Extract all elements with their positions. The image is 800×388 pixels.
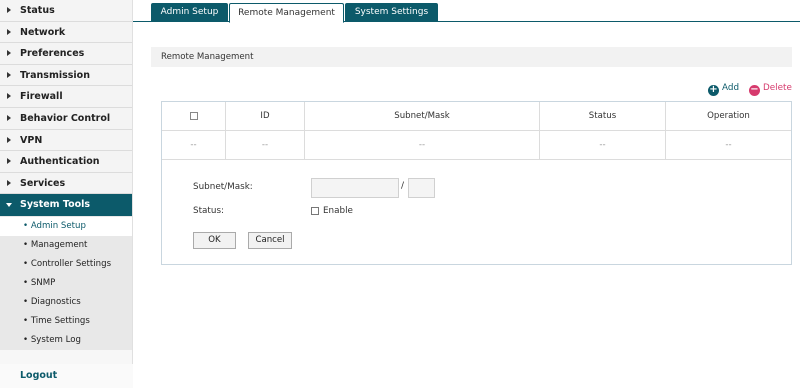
nav-vpn[interactable]: VPN — [0, 129, 132, 152]
nav-label: Status — [20, 5, 55, 16]
nav-label: VPN — [20, 134, 43, 146]
subnav-label: Diagnostics — [30, 296, 81, 307]
subnav-admin-setup[interactable]: • Admin Setup — [0, 216, 132, 236]
slash-separator: / — [401, 181, 405, 191]
chevron-right-icon — [7, 7, 11, 13]
subnav-controller-settings[interactable]: • Controller Settings — [0, 255, 132, 274]
header-operation: Operation — [707, 111, 750, 121]
subnet-input[interactable] — [311, 178, 399, 198]
table-row: -- -- -- -- -- — [162, 131, 791, 160]
sidebar: Status Network Preferences Transmission … — [0, 0, 133, 388]
subnet-mask-label: Subnet/Mask: — [193, 182, 253, 192]
minus-circle-icon: − — [749, 84, 760, 96]
nav-label: Network — [20, 26, 66, 38]
subnav-snmp[interactable]: • SNMP — [0, 274, 132, 293]
system-tools-submenu: • Admin Setup • Management • Controller … — [0, 215, 132, 350]
mask-input[interactable] — [408, 178, 435, 198]
tab-bar: Admin Setup Remote Management System Set… — [133, 0, 800, 23]
header-subnet-mask: Subnet/Mask — [305, 102, 540, 131]
add-label: Add — [722, 83, 740, 93]
nav-services[interactable]: Services — [0, 172, 132, 195]
nav-label: Services — [20, 177, 66, 189]
nav-status[interactable]: Status — [0, 0, 132, 22]
section-title: Remote Management — [151, 47, 792, 67]
cell-select: -- — [162, 131, 226, 160]
chevron-right-icon — [7, 136, 11, 143]
cell-status: -- — [540, 131, 666, 160]
nav-label: Firewall — [20, 91, 63, 103]
subnav-label: Admin Setup — [30, 220, 86, 231]
header-id: ID — [226, 102, 305, 131]
header-status: Status — [540, 102, 666, 131]
cancel-button[interactable]: Cancel — [248, 232, 292, 249]
subnav-label: SNMP — [30, 277, 56, 288]
chevron-right-icon — [7, 71, 11, 78]
enable-checkbox[interactable] — [311, 207, 319, 215]
nav-preferences[interactable]: Preferences — [0, 43, 132, 65]
chevron-down-icon — [6, 203, 12, 208]
nav-transmission[interactable]: Transmission — [0, 64, 132, 87]
cell-subnet-mask: -- — [305, 131, 540, 160]
chevron-right-icon — [7, 93, 11, 100]
subnav-system-log[interactable]: • System Log — [0, 331, 132, 350]
table-header-row: ID Subnet/Mask Status Operation — [162, 102, 791, 131]
subnav-time-settings[interactable]: • Time Settings — [0, 312, 132, 331]
delete-button[interactable]: − Delete — [749, 82, 792, 96]
plus-circle-icon: + — [708, 84, 719, 96]
nav-firewall[interactable]: Firewall — [0, 86, 132, 108]
tab-system-settings[interactable]: System Settings — [345, 3, 438, 22]
tab-remote-management[interactable]: Remote Management — [229, 3, 344, 23]
chevron-right-icon — [7, 179, 11, 186]
subnav-label: Controller Settings — [30, 258, 112, 269]
nav-authentication[interactable]: Authentication — [0, 151, 132, 173]
chevron-right-icon — [7, 50, 11, 57]
delete-label: Delete — [763, 83, 792, 93]
chevron-right-icon — [7, 114, 11, 121]
cell-id: -- — [226, 131, 305, 160]
nav-label: Transmission — [20, 69, 90, 81]
select-all-checkbox[interactable] — [189, 111, 198, 120]
cell-operation: -- — [725, 140, 732, 150]
nav-system-tools[interactable]: System Tools — [0, 194, 132, 216]
nav-behavior-control[interactable]: Behavior Control — [0, 107, 132, 130]
logout-link[interactable]: Logout — [0, 364, 133, 388]
header-select-cell — [162, 102, 226, 131]
nav-label: Behavior Control — [20, 112, 111, 124]
nav-label: System Tools — [20, 199, 91, 211]
nav-label: Preferences — [20, 48, 85, 60]
subnav-diagnostics[interactable]: • Diagnostics — [0, 293, 132, 312]
nav-network[interactable]: Network — [0, 21, 132, 44]
enable-label: Enable — [323, 206, 353, 216]
ok-button[interactable]: OK — [193, 232, 236, 249]
chevron-right-icon — [7, 28, 11, 35]
subnav-label: System Log — [30, 334, 81, 345]
chevron-right-icon — [7, 158, 11, 165]
status-label: Status: — [193, 206, 224, 216]
subnav-management[interactable]: • Management — [0, 236, 132, 255]
tab-admin-setup[interactable]: Admin Setup — [151, 3, 228, 22]
subnav-label: Management — [30, 239, 88, 250]
add-button[interactable]: + Add — [708, 82, 740, 96]
nav-label: Authentication — [20, 156, 100, 168]
subnav-label: Time Settings — [30, 315, 90, 326]
